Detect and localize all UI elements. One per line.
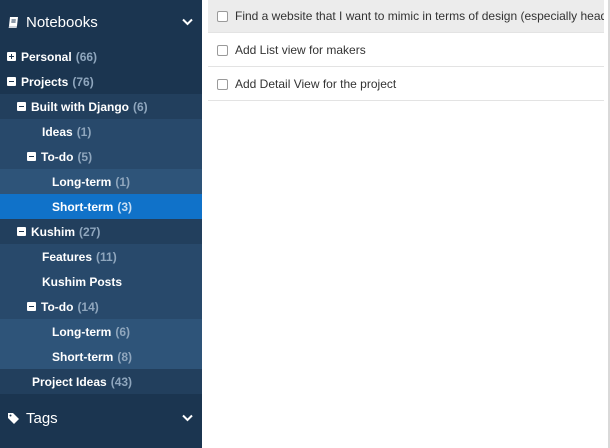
sidebar-item-projects[interactable]: Projects (76) (0, 69, 202, 94)
notebook-tree: Personal (66) Projects (76) Built with Djang… (0, 44, 202, 394)
sidebar-item-count: (76) (72, 74, 94, 89)
sidebar-item-label: Long-term (52, 324, 112, 339)
notebook-icon (7, 15, 21, 29)
collapse-icon[interactable] (7, 77, 16, 86)
sidebar-item-long-term[interactable]: Long-term (1) (0, 169, 202, 194)
expand-icon[interactable] (7, 52, 16, 61)
sidebar-item-count: (14) (77, 299, 99, 314)
tag-icon (7, 411, 21, 425)
sidebar-item-count: (5) (77, 149, 93, 164)
task-text: Add List view for makers (235, 43, 366, 57)
sidebar-item-label: Ideas (42, 124, 73, 139)
notebooks-header[interactable]: Notebooks (0, 0, 202, 44)
collapse-icon[interactable] (17, 102, 26, 111)
sidebar-item-kushim[interactable]: Kushim (27) (0, 219, 202, 244)
sidebar-item-short-term[interactable]: Short-term (3) (0, 194, 202, 219)
task-checkbox[interactable] (217, 44, 228, 56)
sidebar-item-long-term[interactable]: Long-term (6) (0, 319, 202, 344)
collapse-icon[interactable] (27, 302, 36, 311)
sidebar-item-ideas[interactable]: Ideas (1) (0, 119, 202, 144)
sidebar-item-built-with-django[interactable]: Built with Django (6) (0, 94, 202, 119)
task-text: Add Detail View for the project (235, 77, 397, 91)
task-list: Find a website that I want to mimic in t… (202, 0, 610, 448)
sidebar-item-label: Kushim Posts (42, 274, 123, 289)
sidebar-item-count: (1) (115, 174, 130, 189)
chevron-down-icon[interactable] (181, 16, 193, 28)
sidebar-item-count: (3) (117, 199, 133, 214)
sidebar-item-kushim-posts[interactable]: Kushim Posts (0, 269, 202, 294)
sidebar-item-count: (43) (110, 374, 133, 389)
task-item[interactable]: Find a website that I want to mimic in t… (208, 0, 604, 33)
sidebar-item-label: Short-term (52, 349, 114, 364)
sidebar-item-label: Project Ideas (32, 374, 107, 389)
sidebar-item-personal[interactable]: Personal (66) (0, 44, 202, 69)
task-checkbox[interactable] (217, 78, 228, 90)
sidebar-item-project-ideas[interactable]: Project Ideas (43) (0, 369, 202, 394)
sidebar-item-label: Projects (21, 74, 69, 89)
sidebar-item-label: Personal (21, 49, 72, 64)
sidebar-item-to-do[interactable]: To-do (5) (0, 144, 202, 169)
sidebar-item-label: Features (42, 249, 93, 264)
sidebar-item-count: (8) (117, 349, 133, 364)
sidebar-item-count: (6) (133, 99, 148, 114)
sidebar-item-label: Long-term (52, 174, 112, 189)
sidebar-item-count: (11) (96, 249, 117, 264)
collapse-icon[interactable] (27, 152, 36, 161)
chevron-down-icon[interactable] (181, 412, 193, 424)
sidebar-item-count: (27) (79, 224, 101, 239)
sidebar: Notebooks Personal (66) Projects (76) Built … (0, 0, 202, 448)
task-text: Find a website that I want to mimic in t… (235, 9, 604, 23)
tags-title: Tags (26, 409, 58, 427)
sidebar-item-label: To-do (41, 299, 74, 314)
sidebar-item-count: (1) (76, 124, 92, 139)
sidebar-item-label: To-do (41, 149, 74, 164)
task-item[interactable]: Add List view for makers (208, 34, 604, 67)
tags-header[interactable]: Tags (0, 395, 202, 441)
sidebar-item-label: Short-term (52, 199, 114, 214)
task-checkbox[interactable] (217, 10, 228, 22)
task-item[interactable]: Add Detail View for the project (208, 68, 604, 101)
sidebar-item-label: Kushim (31, 224, 76, 239)
sidebar-item-count: (6) (115, 324, 130, 339)
notebooks-title: Notebooks (26, 13, 98, 31)
sidebar-item-label: Built with Django (31, 99, 129, 114)
sidebar-item-to-do[interactable]: To-do (14) (0, 294, 202, 319)
collapse-icon[interactable] (17, 227, 26, 236)
sidebar-item-short-term[interactable]: Short-term (8) (0, 344, 202, 369)
sidebar-item-count: (66) (75, 49, 98, 64)
sidebar-item-features[interactable]: Features (11) (0, 244, 202, 269)
